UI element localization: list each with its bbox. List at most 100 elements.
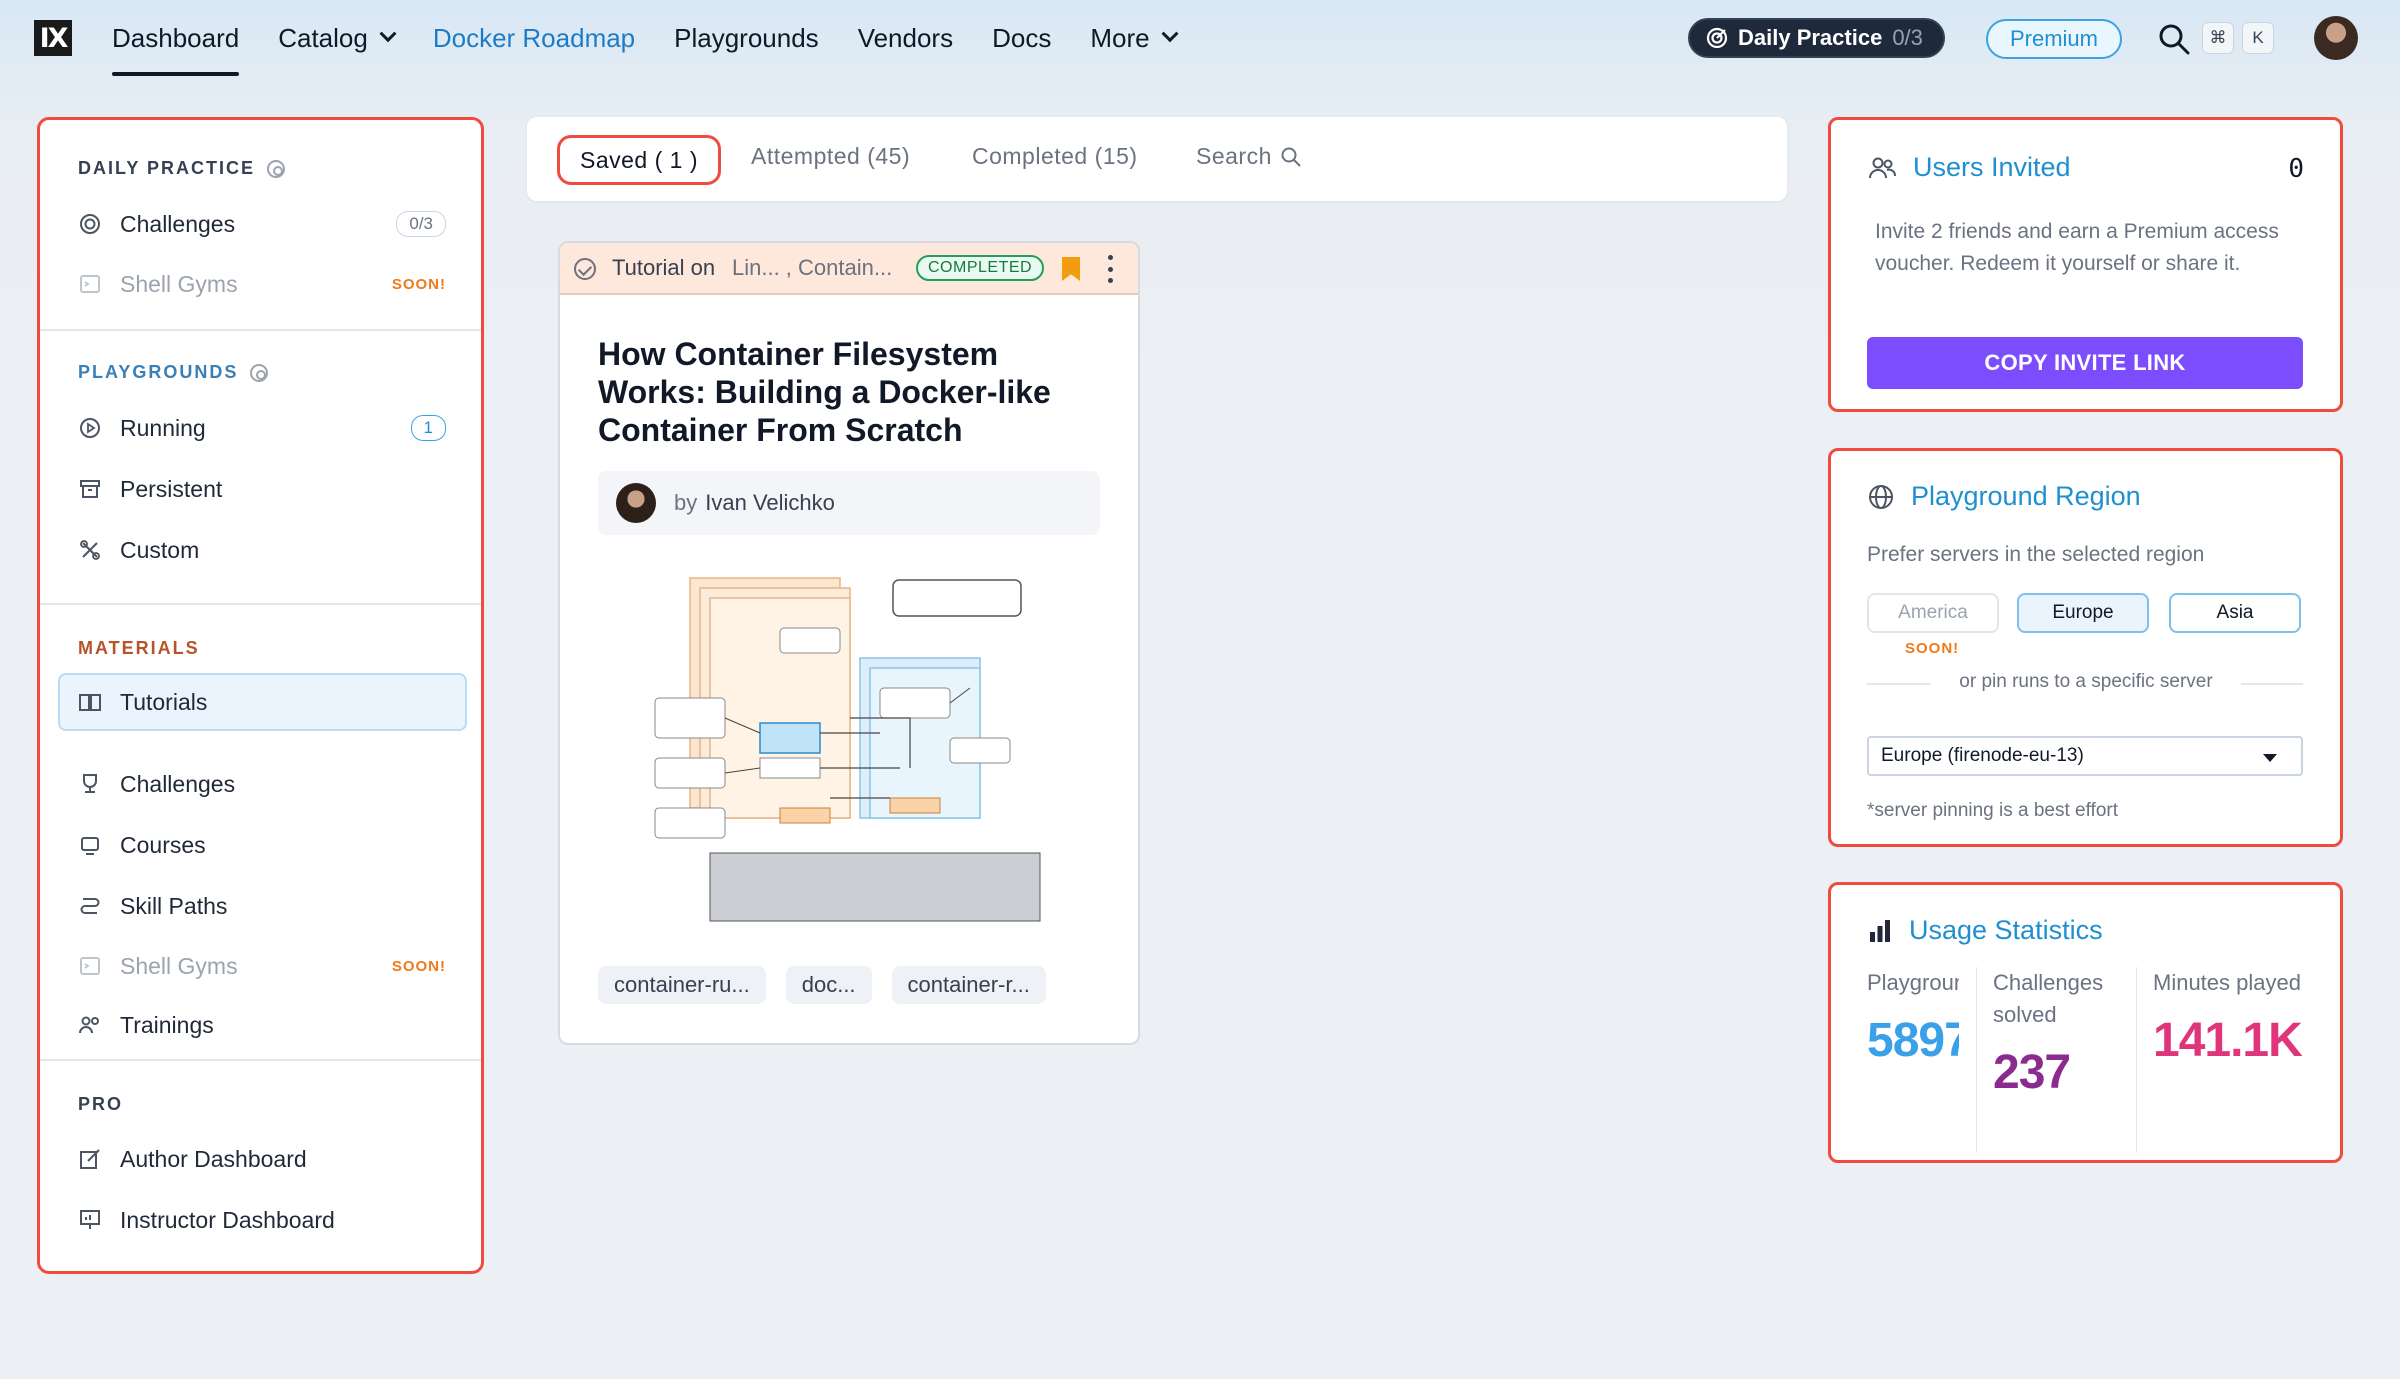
server-select-value: Europe (firenode-eu-13) — [1881, 745, 2084, 766]
gear-icon[interactable] — [267, 159, 286, 178]
copy-invite-link-button[interactable]: COPY INVITE LINK — [1867, 337, 2303, 389]
nav-docker-roadmap-label: Docker Roadmap — [432, 22, 636, 53]
soon-badge: SOON! — [1905, 640, 1960, 657]
region-option-asia[interactable]: Asia — [2169, 593, 2301, 633]
sidebar-item-challenges-daily[interactable]: Challenges 0/3 — [78, 204, 468, 244]
tab-search[interactable]: Search — [1196, 143, 1302, 170]
pin-server-hint: or pin runs to a specific server — [1931, 671, 2241, 693]
path-icon — [78, 894, 102, 918]
tab-completed[interactable]: Completed (15) — [972, 143, 1138, 170]
usage-statistics-title-text: Usage Statistics — [1909, 915, 2103, 945]
users-invited-title-text: Users Invited — [1913, 152, 2071, 182]
status-badge: COMPLETED — [916, 255, 1045, 281]
users-invited-card: Users Invited 0 Invite 2 friends and ear… — [1828, 117, 2343, 412]
pro-heading: PRO — [78, 1094, 123, 1115]
server-select[interactable]: Europe (firenode-eu-13) — [1867, 736, 2303, 776]
card-header-prefix: Tutorial on — [612, 255, 716, 280]
nav-docs[interactable]: Docs — [992, 0, 1051, 76]
more-vertical-icon[interactable] — [1108, 255, 1114, 283]
materials-heading: MATERIALS — [78, 638, 200, 659]
author-avatar — [616, 483, 656, 523]
tutorial-diagram-image — [654, 577, 1041, 922]
running-count-badge: 1 — [410, 415, 446, 441]
sidebar-item-running[interactable]: Running 1 — [78, 408, 468, 448]
stat-label: Playgrounds started — [1867, 970, 1959, 995]
tag-chip[interactable]: container-r... — [891, 966, 1046, 1004]
book-open-icon — [78, 690, 102, 714]
users-invited-title: Users Invited — [1867, 152, 2071, 183]
invite-description: Invite 2 friends and earn a Premium acce… — [1875, 220, 2279, 275]
author-box[interactable]: by Ivan Velichko — [598, 471, 1100, 535]
region-option-europe[interactable]: Europe — [2017, 593, 2149, 633]
users-icon — [1869, 157, 1896, 178]
tutorial-card[interactable]: Tutorial on Lin... , Contain... COMPLETE… — [558, 241, 1140, 1045]
bar-chart-icon — [1870, 919, 1890, 942]
divider — [40, 603, 481, 605]
search-icon[interactable] — [2157, 22, 2191, 56]
sidebar-item-trainings[interactable]: Trainings — [78, 1005, 468, 1045]
divider — [40, 329, 481, 331]
daily-practice-heading: DAILY PRACTICE — [78, 158, 286, 179]
usage-statistics-card: Usage Statistics Playgrounds started 589… — [1828, 882, 2343, 1163]
sidebar-item-custom[interactable]: Custom — [78, 530, 468, 570]
region-subtitle: Prefer servers in the selected region — [1867, 543, 2205, 566]
play-circle-icon — [78, 416, 102, 440]
tools-icon — [78, 538, 102, 562]
sidebar-item-label: Custom — [120, 536, 200, 563]
sidebar-item-label: Tutorials — [120, 688, 208, 715]
playground-region-title-text: Playground Region — [1911, 481, 2141, 511]
bookmark-icon[interactable] — [1062, 257, 1080, 281]
server-pinning-note: *server pinning is a best effort — [1867, 800, 2119, 821]
playground-region-card: Playground Region Prefer servers in the … — [1828, 448, 2343, 847]
sidebar-item-skill-paths[interactable]: Skill Paths — [78, 886, 468, 926]
stat-label: Minutes played — [2153, 970, 2301, 995]
trophy-icon — [78, 772, 102, 796]
stat-value: 141.1K — [2153, 1014, 2303, 1067]
tag-chip[interactable]: container-ru... — [598, 966, 766, 1004]
sidebar-item-challenges[interactable]: Challenges — [78, 764, 468, 804]
stat-challenges: Challenges solved 237 — [1993, 967, 2133, 1153]
sidebar-item-tutorials[interactable]: Tutorials — [58, 673, 467, 731]
card-header-topics[interactable]: Lin... , Contain... — [732, 255, 892, 281]
nav-more[interactable]: More — [1090, 0, 1179, 76]
daily-practice-button[interactable]: Daily Practice 0/3 — [1688, 18, 1945, 58]
region-option-america[interactable]: America — [1867, 593, 1999, 633]
sidebar-item-shell-gyms-daily[interactable]: Shell Gyms SOON! — [78, 264, 468, 304]
sidebar-item-author-dashboard[interactable]: Author Dashboard — [78, 1139, 468, 1179]
edit-icon — [78, 1147, 102, 1171]
divider — [2136, 967, 2137, 1153]
sidebar-item-label: Skill Paths — [120, 892, 228, 919]
nav-playgrounds[interactable]: Playgrounds — [674, 0, 819, 76]
nav-catalog[interactable]: Catalog — [278, 0, 397, 76]
sidebar-item-label: Trainings — [120, 1011, 214, 1038]
playground-region-title: Playground Region — [1867, 481, 2141, 512]
nav-vendors[interactable]: Vendors — [858, 0, 953, 76]
nav-catalog-label: Catalog — [278, 22, 368, 53]
users-icon — [78, 1013, 102, 1037]
sidebar-item-persistent[interactable]: Persistent — [78, 469, 468, 509]
soon-badge: SOON! — [391, 275, 446, 293]
user-avatar[interactable] — [2314, 16, 2358, 60]
course-icon — [78, 833, 102, 857]
globe-icon — [1869, 484, 1893, 509]
stat-value: 237 — [1993, 1046, 2071, 1099]
logo[interactable]: IX — [34, 20, 72, 56]
nav-dashboard-label: Dashboard — [112, 22, 240, 53]
card-title[interactable]: How Container Filesystem Works: Building… — [598, 335, 1098, 449]
tag-chip[interactable]: doc... — [785, 966, 872, 1004]
soon-badge: SOON! — [391, 957, 446, 975]
sidebar-item-shell-gyms[interactable]: Shell Gyms SOON! — [78, 946, 468, 986]
nav-docker-roadmap[interactable]: Docker Roadmap — [433, 0, 635, 76]
tab-attempted[interactable]: Attempted (45) — [751, 143, 910, 170]
stat-playgrounds: Playgrounds started 5897 — [1867, 967, 1959, 1153]
gear-icon[interactable] — [250, 363, 269, 382]
tab-saved[interactable]: Saved ( 1 ) — [557, 135, 721, 185]
check-circle-icon — [574, 258, 596, 280]
sidebar-item-label: Shell Gyms — [120, 270, 238, 297]
sidebar: DAILY PRACTICE Challenges 0/3 Shell Gyms… — [37, 117, 484, 1274]
nav-dashboard[interactable]: Dashboard — [112, 0, 240, 76]
sidebar-item-courses[interactable]: Courses — [78, 825, 468, 865]
sidebar-item-instructor-dashboard[interactable]: Instructor Dashboard — [78, 1200, 468, 1240]
search-icon — [1281, 147, 1301, 167]
premium-button[interactable]: Premium — [1986, 19, 2122, 59]
